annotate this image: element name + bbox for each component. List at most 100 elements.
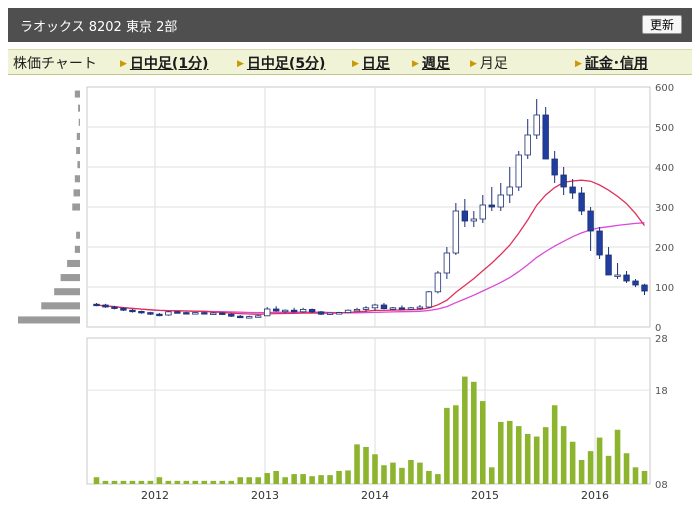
volume-bar <box>632 467 639 484</box>
candle-body <box>380 304 388 309</box>
volume-bar <box>444 407 450 484</box>
volume-bar <box>614 429 621 484</box>
candle-body <box>497 194 504 208</box>
stock-chart: 2012 2013 2014 2015 2016 600 500 400 300 200 100 02… <box>18 83 674 502</box>
volume-profile-bar <box>77 161 80 169</box>
candle-body <box>398 307 406 310</box>
x-tick-label: 2015 <box>471 489 499 502</box>
volume-bar <box>453 405 459 484</box>
volume-profile-bar <box>54 288 80 296</box>
volume-bar <box>246 477 253 484</box>
volume-bar <box>587 451 594 484</box>
volume-bar <box>120 480 127 484</box>
volume-bar <box>596 437 603 484</box>
volume-profile-bar <box>78 118 80 126</box>
candle-body <box>560 174 567 188</box>
volume-bar <box>435 474 441 484</box>
candle-body <box>281 309 289 313</box>
volume-bar <box>129 480 136 484</box>
volume-tick-label: 28 <box>655 334 668 345</box>
volume-profile-bar <box>76 132 80 140</box>
candle-body <box>605 254 612 276</box>
x-tick-label: 2016 <box>581 489 609 502</box>
volume-profile-bar <box>72 203 80 211</box>
volume-bar <box>569 441 576 484</box>
candle-body <box>515 154 522 188</box>
candle-body <box>111 306 118 309</box>
candle-body <box>290 309 298 313</box>
candle-body <box>299 308 307 313</box>
candle-body <box>264 308 271 317</box>
candle-body <box>272 308 280 312</box>
volume-bar <box>417 462 423 484</box>
price-tick-label: 0 <box>655 323 661 334</box>
volume-bar <box>255 477 261 484</box>
volume-bar <box>219 480 226 484</box>
volume-bar <box>201 480 208 484</box>
candle-body <box>102 304 109 308</box>
volume-bar <box>515 426 522 484</box>
volume-bar <box>183 480 190 484</box>
volume-tick-label: 08 <box>655 480 668 491</box>
x-tick-label: 2012 <box>141 489 169 502</box>
volume-bar <box>497 421 504 484</box>
volume-bar <box>623 453 630 484</box>
volume-bar <box>363 446 369 484</box>
candle-body <box>641 284 648 292</box>
volume-bar <box>156 477 163 484</box>
volume-bar <box>533 436 540 484</box>
volume-bar <box>381 465 387 484</box>
volume-bar <box>273 470 279 484</box>
candle-body <box>416 306 424 309</box>
volume-bar <box>354 444 360 484</box>
candle-body <box>614 274 621 277</box>
candle-body <box>174 311 181 314</box>
volume-bar <box>174 480 181 484</box>
volume-bar <box>165 480 172 484</box>
volume-profile-bar <box>78 104 80 112</box>
volume-bar <box>426 470 432 484</box>
volume-bar <box>237 477 244 484</box>
volume-profile-bar <box>18 316 80 324</box>
candle-body <box>542 114 549 160</box>
x-tick-label: 2014 <box>361 489 389 502</box>
volume-bar <box>291 474 297 484</box>
candle-body <box>623 274 630 282</box>
candle-body <box>389 307 397 310</box>
volume-bar <box>102 480 109 484</box>
volume-bar <box>138 480 145 484</box>
volume-profile-bar <box>73 189 80 197</box>
volume-profile-bar <box>76 147 80 155</box>
volume-bar <box>408 460 414 484</box>
candle-body <box>596 230 603 256</box>
volume-bar <box>480 401 486 484</box>
volume-bar <box>399 467 405 484</box>
candle-body <box>479 204 486 220</box>
volume-bar <box>506 420 513 484</box>
volume-bar <box>462 376 468 484</box>
volume-profile-bar <box>41 302 80 310</box>
volume-bar <box>390 462 396 484</box>
candle-body <box>569 186 576 194</box>
volume-bar <box>551 405 558 484</box>
candle-body <box>192 312 199 315</box>
candle-body <box>470 218 477 222</box>
candle-body <box>183 312 190 315</box>
candle-body <box>326 312 334 315</box>
candle-body <box>219 312 226 315</box>
volume-bar <box>336 470 342 484</box>
price-tick-label: 200 <box>655 243 674 254</box>
candle-body <box>228 313 235 317</box>
candle-body <box>551 158 558 176</box>
candle-body <box>317 311 325 315</box>
candle-body <box>147 312 154 315</box>
volume-bar <box>488 467 495 484</box>
volume-bar <box>372 454 378 484</box>
candle-body <box>488 204 495 208</box>
volume-bar <box>578 460 585 484</box>
volume-profile-bar <box>74 175 80 183</box>
x-tick-label: 2013 <box>251 489 279 502</box>
volume-profile-bar <box>74 245 80 253</box>
volume-profile-bar <box>60 274 80 282</box>
candle-body <box>578 192 585 212</box>
